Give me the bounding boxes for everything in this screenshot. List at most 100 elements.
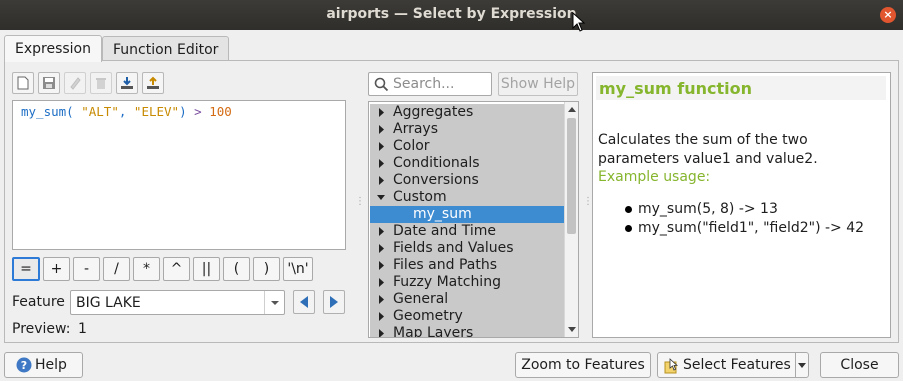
tree-item-group[interactable]: Arrays — [370, 121, 564, 138]
op-power-button[interactable]: ^ — [163, 257, 190, 281]
expr-arg2: "ELEV" — [133, 104, 180, 119]
collapsed-arrow-icon[interactable] — [377, 125, 387, 135]
tree-item-label: Map Layers — [393, 325, 474, 338]
splitter-handle-right[interactable]: ⋮ — [583, 196, 593, 207]
save-button[interactable] — [38, 72, 60, 94]
help-example-list: my_sum(5, 8) -> 13 my_sum("field1", "fie… — [623, 200, 864, 238]
collapsed-arrow-icon[interactable] — [377, 329, 387, 338]
expr-comma: , — [118, 104, 134, 119]
collapsed-arrow-icon[interactable] — [377, 176, 387, 186]
import-icon — [121, 77, 133, 89]
next-feature-button[interactable] — [323, 290, 345, 314]
collapsed-arrow-icon[interactable] — [377, 159, 387, 169]
expr-function: my_sum — [21, 104, 67, 119]
expr-operator: > — [186, 104, 210, 119]
previous-feature-button[interactable] — [293, 290, 315, 314]
new-file-button[interactable] — [12, 72, 34, 94]
tree-item-label: Arrays — [393, 121, 439, 137]
collapsed-arrow-icon[interactable] — [377, 312, 387, 322]
scroll-up-icon — [568, 107, 576, 112]
help-panel: my_sum function Calculates the sum of th… — [592, 72, 891, 338]
tree-item-function[interactable]: my_sum — [370, 206, 564, 223]
tree-item-label: Geometry — [393, 308, 463, 324]
collapsed-arrow-icon[interactable] — [377, 278, 387, 288]
tree-item-group[interactable]: Date and Time — [370, 223, 564, 240]
tree-item-label: Fuzzy Matching — [393, 274, 501, 290]
tree-item-label: Conditionals — [393, 155, 480, 171]
tree-item-group[interactable]: Fields and Values — [370, 240, 564, 257]
help-circle-icon: ? — [16, 357, 32, 373]
expression-code: my_sum( "ALT", "ELEV") > 100 — [21, 104, 232, 119]
op-close-paren-button[interactable]: ) — [253, 257, 280, 281]
tree-item-group[interactable]: Geometry — [370, 308, 564, 325]
op-concat-button[interactable]: || — [193, 257, 220, 281]
mouse-cursor-icon — [572, 12, 586, 32]
collapsed-arrow-icon[interactable] — [377, 261, 387, 271]
tree-item-group[interactable]: Map Layers — [370, 325, 564, 338]
feature-value: BIG LAKE — [76, 295, 141, 311]
tree-scroll-thumb[interactable] — [567, 118, 576, 234]
help-example-item: my_sum("field1", "field2") -> 42 — [623, 219, 864, 238]
collapsed-arrow-icon[interactable] — [377, 108, 387, 118]
tree-item-label: Date and Time — [393, 223, 496, 239]
window-title: airports — Select by Expression — [326, 6, 577, 22]
tree-item-group[interactable]: Conversions — [370, 172, 564, 189]
feature-combobox[interactable]: BIG LAKE — [70, 290, 285, 315]
tree-item-group[interactable]: Color — [370, 138, 564, 155]
op-divide-button[interactable]: / — [103, 257, 130, 281]
tree-item-label: General — [393, 291, 449, 307]
chevron-down-icon — [264, 291, 284, 314]
tree-item-group[interactable]: Fuzzy Matching — [370, 274, 564, 291]
collapsed-arrow-icon[interactable] — [377, 227, 387, 237]
function-tree[interactable]: Aggregates Arrays Color Conditionals Convers… — [368, 101, 579, 338]
op-multiply-button[interactable]: * — [133, 257, 160, 281]
close-button[interactable]: Close — [820, 352, 899, 378]
splitter-handle-left[interactable]: ⋮ — [355, 196, 365, 207]
expanded-arrow-icon[interactable] — [377, 193, 387, 203]
zoom-to-features-button[interactable]: Zoom to Features — [515, 352, 651, 378]
collapsed-arrow-icon[interactable] — [377, 244, 387, 254]
select-features-dropdown[interactable] — [795, 352, 809, 378]
op-minus-button[interactable]: - — [73, 257, 100, 281]
tree-item-group[interactable]: Aggregates — [370, 104, 564, 121]
help-example-item: my_sum(5, 8) -> 13 — [623, 200, 864, 219]
preview-value: 1 — [78, 321, 87, 337]
feature-label: Feature — [12, 294, 65, 310]
export-button[interactable] — [142, 72, 164, 94]
search-input[interactable] — [393, 75, 489, 93]
tree-item-group[interactable]: General — [370, 291, 564, 308]
scroll-down-icon — [568, 327, 576, 332]
op-open-paren-button[interactable]: ( — [223, 257, 250, 281]
tree-item-label: Conversions — [393, 172, 479, 188]
tree-scrollbar[interactable] — [564, 102, 578, 337]
import-button[interactable] — [116, 72, 138, 94]
edit-button[interactable] — [64, 72, 86, 94]
op-newline-button[interactable]: '\n' — [283, 257, 313, 281]
tree-item-group[interactable]: Custom — [370, 189, 564, 206]
help-button-label: Help — [35, 357, 67, 373]
show-help-button[interactable]: Show Help — [498, 72, 578, 96]
tab-function-editor[interactable]: Function Editor — [102, 36, 230, 61]
edit-icon — [70, 77, 81, 90]
expr-number: 100 — [209, 104, 232, 119]
tree-item-label: Color — [393, 138, 430, 154]
tree-item-group[interactable]: Files and Paths — [370, 257, 564, 274]
collapsed-arrow-icon[interactable] — [377, 295, 387, 305]
tree-item-group[interactable]: Conditionals — [370, 155, 564, 172]
expr-open: ( — [66, 104, 82, 119]
expression-editor[interactable]: my_sum( "ALT", "ELEV") > 100 — [12, 100, 346, 250]
op-plus-button[interactable]: + — [43, 257, 70, 281]
select-features-button[interactable]: Select Features — [657, 352, 796, 378]
chevron-down-icon — [798, 363, 806, 368]
tab-expression[interactable]: Expression — [4, 35, 102, 62]
preview-label: Preview: — [12, 321, 71, 337]
help-button[interactable]: ? Help — [4, 352, 83, 378]
save-icon — [43, 77, 55, 89]
op-equals-button[interactable]: = — [12, 257, 40, 281]
select-features-icon — [664, 358, 679, 374]
tree-item-label: my_sum — [413, 206, 472, 222]
delete-button[interactable] — [90, 72, 112, 94]
collapsed-arrow-icon[interactable] — [377, 142, 387, 152]
window-close-button[interactable]: × — [880, 7, 896, 23]
function-search[interactable] — [368, 72, 492, 96]
